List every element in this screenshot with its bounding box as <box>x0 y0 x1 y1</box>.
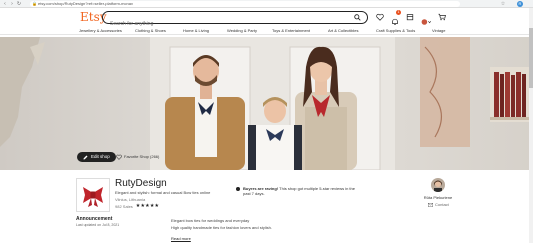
category-home[interactable]: Home & Living <box>183 28 209 33</box>
cart-icon[interactable] <box>438 13 446 21</box>
back-icon[interactable]: ‹ <box>2 1 8 7</box>
bow-tie-logo-image <box>77 179 109 211</box>
banner-family-illustration <box>0 37 533 170</box>
notification-badge: 1 <box>396 10 401 15</box>
category-jewellery[interactable]: Jewellery & Accessories <box>79 28 122 33</box>
shop-info-section: RutyDesign Elegant and stylish: formal a… <box>0 174 533 243</box>
announcement-title: Announcement <box>76 216 113 222</box>
page-scrollbar[interactable] <box>529 8 533 243</box>
announcement-date: Last updated on Jul 8, 2021 <box>76 223 120 227</box>
favorites-heart-icon[interactable] <box>376 13 384 21</box>
profile-avatar[interactable]: R <box>517 1 523 7</box>
category-craft[interactable]: Craft Supplies & Tools <box>376 28 415 33</box>
shop-logo <box>76 178 110 212</box>
buyers-raving-notice: Buyers are raving! This shop got multipl… <box>236 186 363 196</box>
category-toys[interactable]: Toys & Entertainment <box>272 28 310 33</box>
address-bar[interactable]: 🔒 etsy.com/shop/RutyDesign?ref=seller-pl… <box>30 1 460 7</box>
contact-label: Contact <box>435 202 449 207</box>
shop-name: RutyDesign <box>115 178 167 189</box>
notifications-bell-icon[interactable]: 1 <box>391 10 401 25</box>
category-wedding[interactable]: Wedding & Party <box>227 28 257 33</box>
shop-manager-icon[interactable] <box>406 13 414 21</box>
sales-count[interactable]: 982 Sales <box>115 204 133 209</box>
browser-toolbar: ‹ › ↻ 🔒 etsy.com/shop/RutyDesign?ref=sel… <box>0 0 533 8</box>
pencil-icon <box>83 155 88 159</box>
category-clothing[interactable]: Clothing & Shoes <box>135 28 166 33</box>
edit-shop-button[interactable]: Edit shop <box>77 152 116 162</box>
notice-icon <box>236 187 240 191</box>
announcement-text: Elegant bow ties for weddings and everyd… <box>171 218 371 231</box>
url-text: etsy.com/shop/RutyDesign?ref=seller-plat… <box>38 1 133 6</box>
owner-name: Rūta Piekuriene <box>423 195 453 200</box>
message-icon <box>428 202 433 207</box>
edit-shop-label: Edit shop <box>91 154 110 159</box>
favorite-shop-label: Favorite Shop (266) <box>124 154 160 159</box>
category-art[interactable]: Art & Collectibles <box>328 28 358 33</box>
scrollbar-thumb[interactable] <box>529 28 533 88</box>
favorite-shop-button[interactable]: Favorite Shop (266) <box>112 152 163 162</box>
owner-avatar[interactable] <box>431 178 445 192</box>
rating-stars: ★★★★★ <box>135 203 160 209</box>
category-vintage[interactable]: Vintage <box>432 28 446 33</box>
site-header: Etsy 1 <box>0 8 533 29</box>
star-icon[interactable]: ☆ <box>500 1 506 7</box>
heart-outline-icon <box>116 154 122 160</box>
search-bar[interactable] <box>102 11 368 29</box>
read-more-link[interactable]: Read more <box>171 236 191 241</box>
shop-banner-image <box>0 37 533 170</box>
search-icon[interactable] <box>354 14 361 21</box>
reload-icon[interactable]: ↻ <box>16 1 22 7</box>
announcement-line-2: High quality handmade ties for fashion l… <box>171 224 272 230</box>
category-nav: Jewellery & Accessories Clothing & Shoes… <box>0 27 533 35</box>
account-menu[interactable] <box>421 13 432 25</box>
sales-rating: 982 Sales ★★★★★ <box>115 203 159 209</box>
forward-icon[interactable]: › <box>9 1 15 7</box>
shop-description: Elegant and stylish: formal and casual B… <box>115 190 211 195</box>
contact-button[interactable]: Contact <box>428 202 449 207</box>
lock-icon: 🔒 <box>32 1 37 6</box>
shop-location: Vilnius, Lithuania <box>115 197 146 202</box>
